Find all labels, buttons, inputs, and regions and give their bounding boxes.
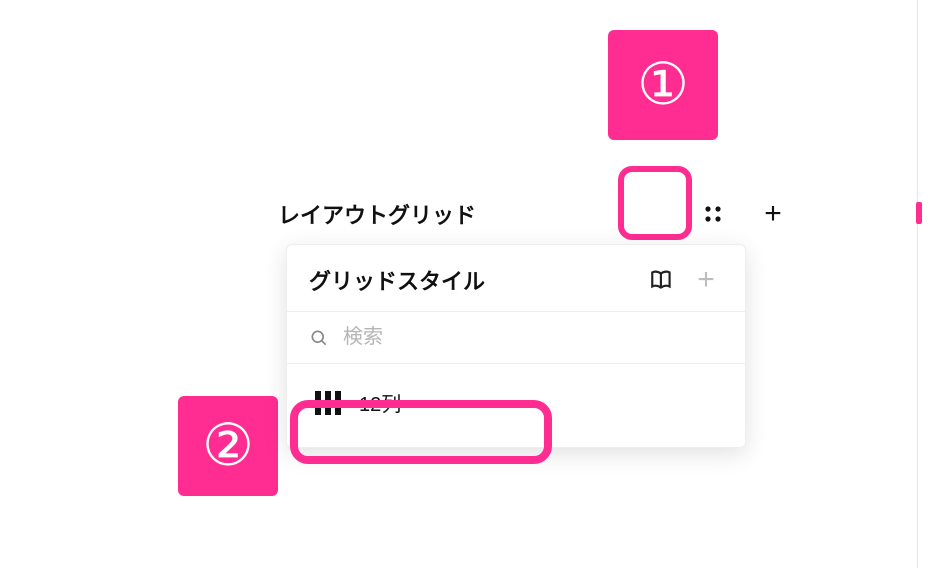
- grid-styles-panel: グリッドスタイル + 12列: [286, 244, 746, 448]
- book-open-icon: [649, 267, 675, 293]
- grid-styles-list: 12列: [287, 364, 745, 447]
- plus-icon: +: [697, 265, 715, 295]
- annotation-badge-2: ②: [178, 396, 278, 496]
- grid-styles-search-row: [287, 312, 745, 364]
- add-layout-grid-button[interactable]: +: [748, 189, 798, 239]
- annotation-badge-1: ①: [608, 30, 718, 140]
- layout-grid-title: レイアウトグリッド: [278, 198, 688, 230]
- columns-icon: [315, 391, 341, 415]
- right-accent-sliver: [916, 202, 922, 224]
- grid-styles-search-input[interactable]: [343, 326, 723, 349]
- grid-style-item-label: 12列: [359, 388, 401, 417]
- layout-grid-section-header: レイアウトグリッド +: [278, 184, 798, 244]
- create-grid-style-button[interactable]: +: [689, 263, 723, 297]
- grid-styles-panel-title: グリッドスタイル: [309, 264, 635, 296]
- four-dots-icon: [701, 202, 725, 226]
- right-panel-divider: [917, 0, 918, 568]
- grid-styles-button[interactable]: [688, 189, 738, 239]
- grid-style-item[interactable]: 12列: [301, 374, 731, 431]
- plus-icon: +: [764, 199, 782, 229]
- library-button[interactable]: [645, 263, 679, 297]
- grid-styles-panel-header: グリッドスタイル +: [287, 245, 745, 312]
- search-icon: [309, 328, 329, 348]
